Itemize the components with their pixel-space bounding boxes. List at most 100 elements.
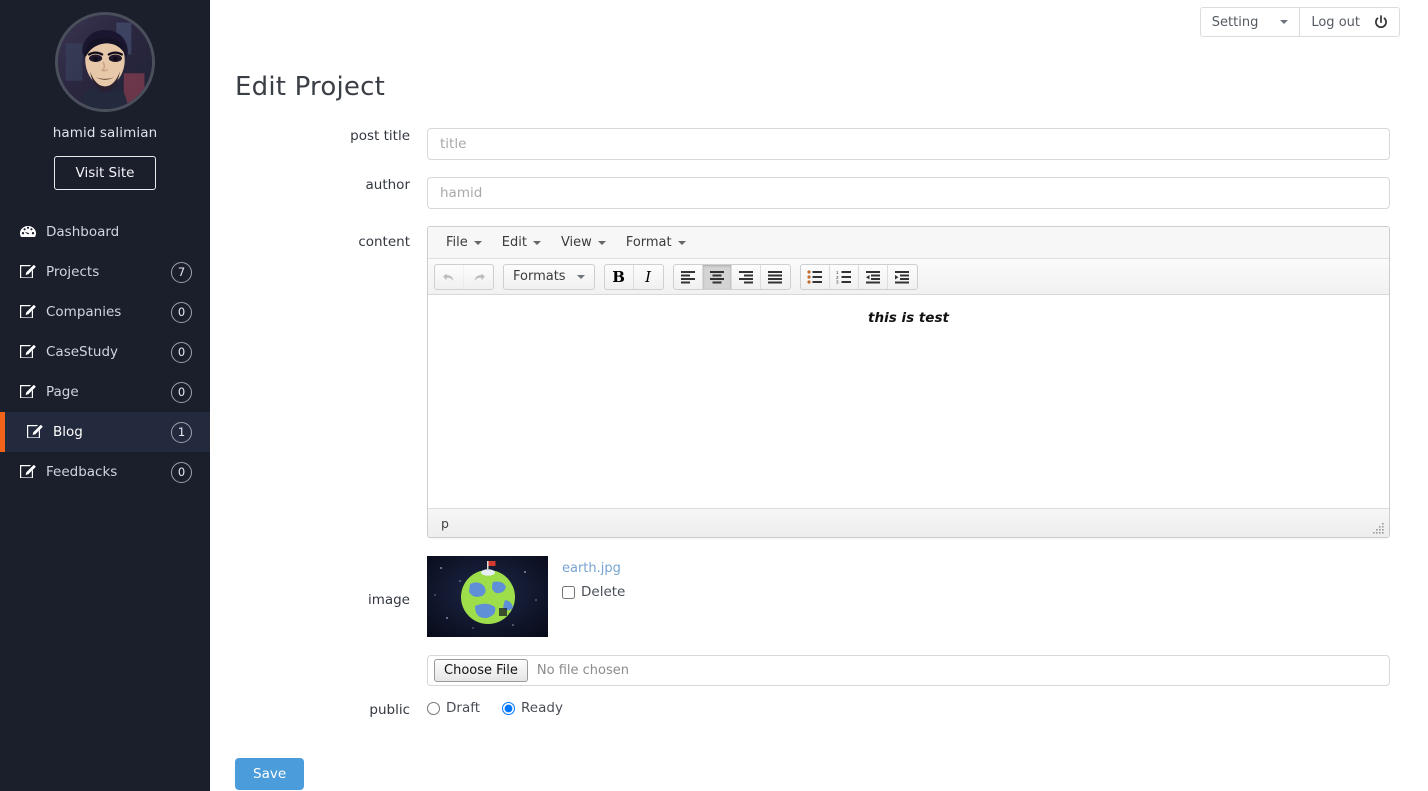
align-center-icon[interactable] [702, 264, 732, 289]
setting-label: Setting [1211, 14, 1259, 30]
public-label: public [369, 702, 410, 718]
editor-menubar: File Edit View Format [428, 227, 1389, 259]
logout-label: Log out [1311, 14, 1360, 30]
align-justify-icon[interactable] [761, 265, 790, 289]
formats-label: Formats [513, 269, 566, 284]
rich-text-editor: File Edit View Format Formats B I 1 2 3 … [427, 226, 1390, 538]
redo-icon[interactable] [464, 265, 493, 289]
editor-menu-format[interactable]: Format [616, 232, 696, 253]
form-row-image: image earth.jpg Delete Choose File No fi… [210, 556, 1428, 686]
sidebar-item-dashboard[interactable]: Dashboard [0, 212, 210, 252]
editor-element-path: p [441, 515, 449, 531]
sidebar-item-badge: 0 [171, 341, 192, 363]
author-label: author [365, 177, 411, 193]
delete-image-label[interactable]: Delete [581, 584, 625, 600]
editor-menu-label: File [446, 235, 468, 250]
sidebar-item-badge: 1 [171, 421, 192, 443]
avatar [55, 12, 155, 112]
edit-square-icon [19, 304, 37, 320]
delete-image-checkbox[interactable] [562, 585, 575, 599]
public-radio-ready[interactable] [502, 701, 516, 715]
avatar-section: hamid salimian Visit Site [0, 0, 210, 190]
undo-icon[interactable] [435, 264, 464, 289]
editor-menu-view[interactable]: View [551, 232, 616, 253]
resize-handle-icon[interactable] [1373, 522, 1385, 534]
outdent-icon[interactable] [859, 264, 888, 289]
editor-toolbar: Formats B I 1 2 3 [428, 259, 1389, 295]
sidebar-item-blog[interactable]: Blog 1 [0, 412, 210, 452]
formats-dropdown[interactable]: Formats [504, 265, 594, 289]
image-label: image [367, 592, 410, 608]
bullet-list-icon[interactable] [801, 264, 830, 289]
sidebar-item-companies[interactable]: Companies 0 [0, 292, 210, 332]
author-input[interactable] [427, 177, 1390, 209]
image-thumbnail [427, 556, 548, 637]
chevron-down-icon [576, 274, 585, 279]
editor-content-text: this is test [868, 310, 949, 326]
main-content: Setting Log out Edit Project post title … [210, 0, 1428, 791]
current-image-block: earth.jpg Delete [427, 556, 1390, 637]
form-row-content: content File Edit View Format Formats B … [210, 226, 1428, 538]
chevron-down-icon [677, 240, 686, 245]
edit-square-icon [19, 344, 37, 360]
sidebar-item-label: Blog [53, 424, 83, 440]
sidebar-item-casestudy[interactable]: CaseStudy 0 [0, 332, 210, 372]
content-label: content [358, 234, 410, 250]
chevron-down-icon [1280, 20, 1289, 24]
sidebar: hamid salimian Visit Site Dashboard Proj… [0, 0, 210, 791]
bold-icon[interactable]: B [605, 264, 634, 289]
editor-list-group: 1 2 3 [799, 263, 918, 290]
sidebar-item-page[interactable]: Page 0 [0, 372, 210, 412]
indent-icon[interactable] [888, 265, 917, 289]
italic-icon[interactable]: I [634, 265, 663, 289]
visit-site-button[interactable]: Visit Site [54, 156, 156, 190]
sidebar-item-badge: 0 [171, 381, 192, 403]
sidebar-nav: Dashboard Projects 7 Companies 0 CaseStu… [0, 212, 210, 492]
editor-align-group [672, 263, 791, 290]
editor-formats-group: Formats [503, 263, 595, 290]
delete-image-row: Delete [562, 584, 625, 600]
choose-file-button[interactable]: Choose File [434, 659, 528, 682]
public-radio-draft[interactable] [427, 701, 440, 715]
power-icon [1374, 14, 1388, 30]
numbered-list-icon[interactable]: 1 2 3 [830, 264, 859, 289]
sidebar-item-feedbacks[interactable]: Feedbacks 0 [0, 452, 210, 492]
editor-menu-label: View [560, 235, 592, 250]
sidebar-item-label: Page [46, 384, 79, 400]
align-left-icon[interactable] [674, 264, 703, 289]
dashboard-icon [19, 224, 37, 240]
form-row-public: public Draft Ready [210, 700, 1428, 718]
page-title: Edit Project [235, 72, 385, 102]
chevron-down-icon [473, 240, 482, 245]
chevron-down-icon [597, 240, 606, 245]
editor-statusbar: p [428, 508, 1389, 537]
editor-menu-file[interactable]: File [436, 232, 492, 253]
edit-square-icon [19, 384, 37, 400]
sidebar-item-label: Companies [46, 304, 122, 320]
align-right-icon[interactable] [732, 264, 761, 289]
public-radio-ready-label[interactable]: Ready [521, 700, 563, 716]
editor-content-area[interactable]: this is test [428, 295, 1389, 508]
file-upload-field[interactable]: Choose File No file chosen [427, 655, 1390, 686]
public-radio-draft-label[interactable]: Draft [446, 700, 480, 716]
no-file-chosen-text: No file chosen [536, 663, 629, 678]
svg-text:3: 3 [836, 279, 839, 283]
sidebar-item-projects[interactable]: Projects 7 [0, 252, 210, 292]
edit-square-icon [19, 464, 37, 480]
editor-style-group: B I [603, 263, 664, 290]
edit-square-icon [19, 264, 37, 280]
public-radio-group: Draft Ready [427, 700, 1390, 716]
sidebar-item-label: Dashboard [46, 224, 120, 240]
save-button[interactable]: Save [235, 758, 305, 790]
image-file-link[interactable]: earth.jpg [562, 561, 625, 576]
editor-menu-edit[interactable]: Edit [492, 232, 551, 253]
sidebar-item-label: Projects [46, 264, 100, 280]
app-root: hamid salimian Visit Site Dashboard Proj… [0, 0, 1428, 791]
user-name: hamid salimian [52, 125, 158, 141]
sidebar-item-badge: 0 [171, 301, 192, 323]
logout-button[interactable]: Log out [1300, 7, 1400, 37]
editor-history-group [434, 263, 494, 290]
edit-square-icon [26, 424, 44, 440]
post-title-input[interactable] [427, 128, 1390, 160]
setting-dropdown-button[interactable]: Setting [1199, 7, 1301, 37]
